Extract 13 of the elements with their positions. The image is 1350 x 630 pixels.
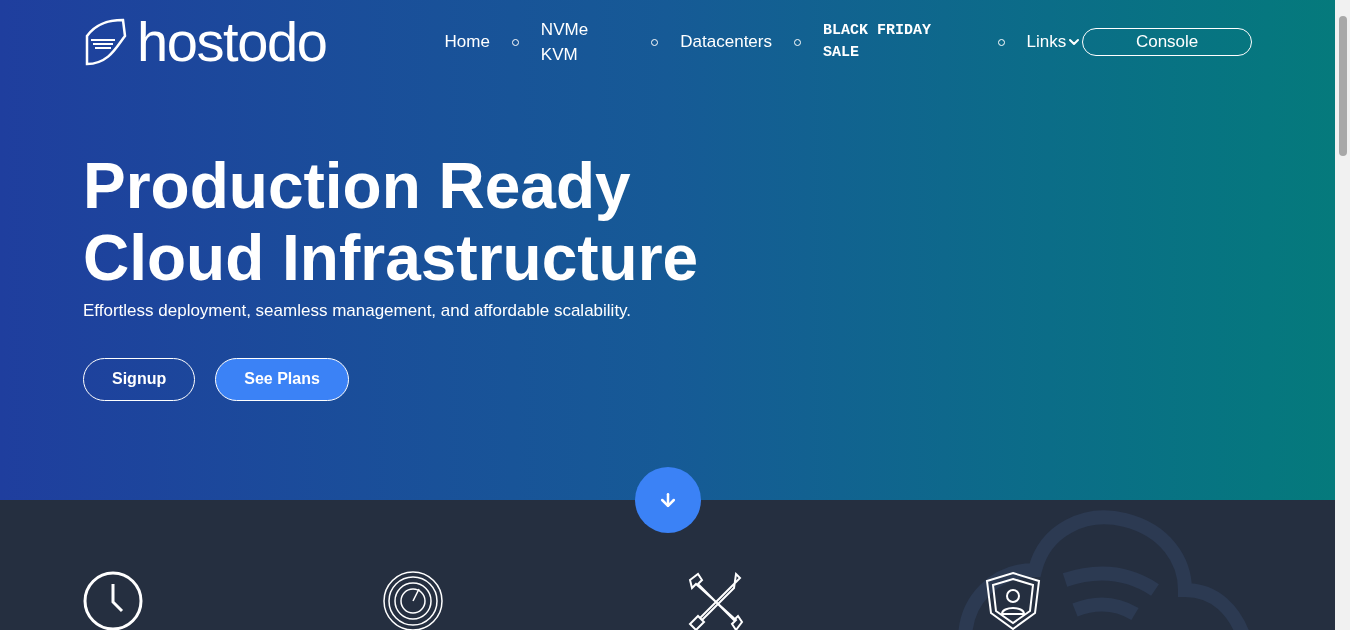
nav-link[interactable]: Home xyxy=(444,29,490,55)
hero-title: Cloud Infrastructure xyxy=(83,222,700,294)
nav-link[interactable]: BLACK FRIDAY SALE xyxy=(823,19,976,65)
nav-link[interactable]: NVMe KVM xyxy=(540,16,630,68)
logo-icon xyxy=(83,16,129,68)
nav-link[interactable]: Datacenters xyxy=(680,29,772,55)
gauge-icon xyxy=(382,570,444,630)
logo-text: hostodo xyxy=(137,14,327,70)
see-plans-button[interactable]: See Plans xyxy=(215,357,349,401)
hero-subtitle: Effortless deployment, seamless management, and affordable scalability. xyxy=(83,300,633,322)
nav-dropdown[interactable]: Links xyxy=(1026,29,1083,55)
clock-icon xyxy=(82,570,144,630)
hero-title: Production Ready xyxy=(83,150,632,222)
